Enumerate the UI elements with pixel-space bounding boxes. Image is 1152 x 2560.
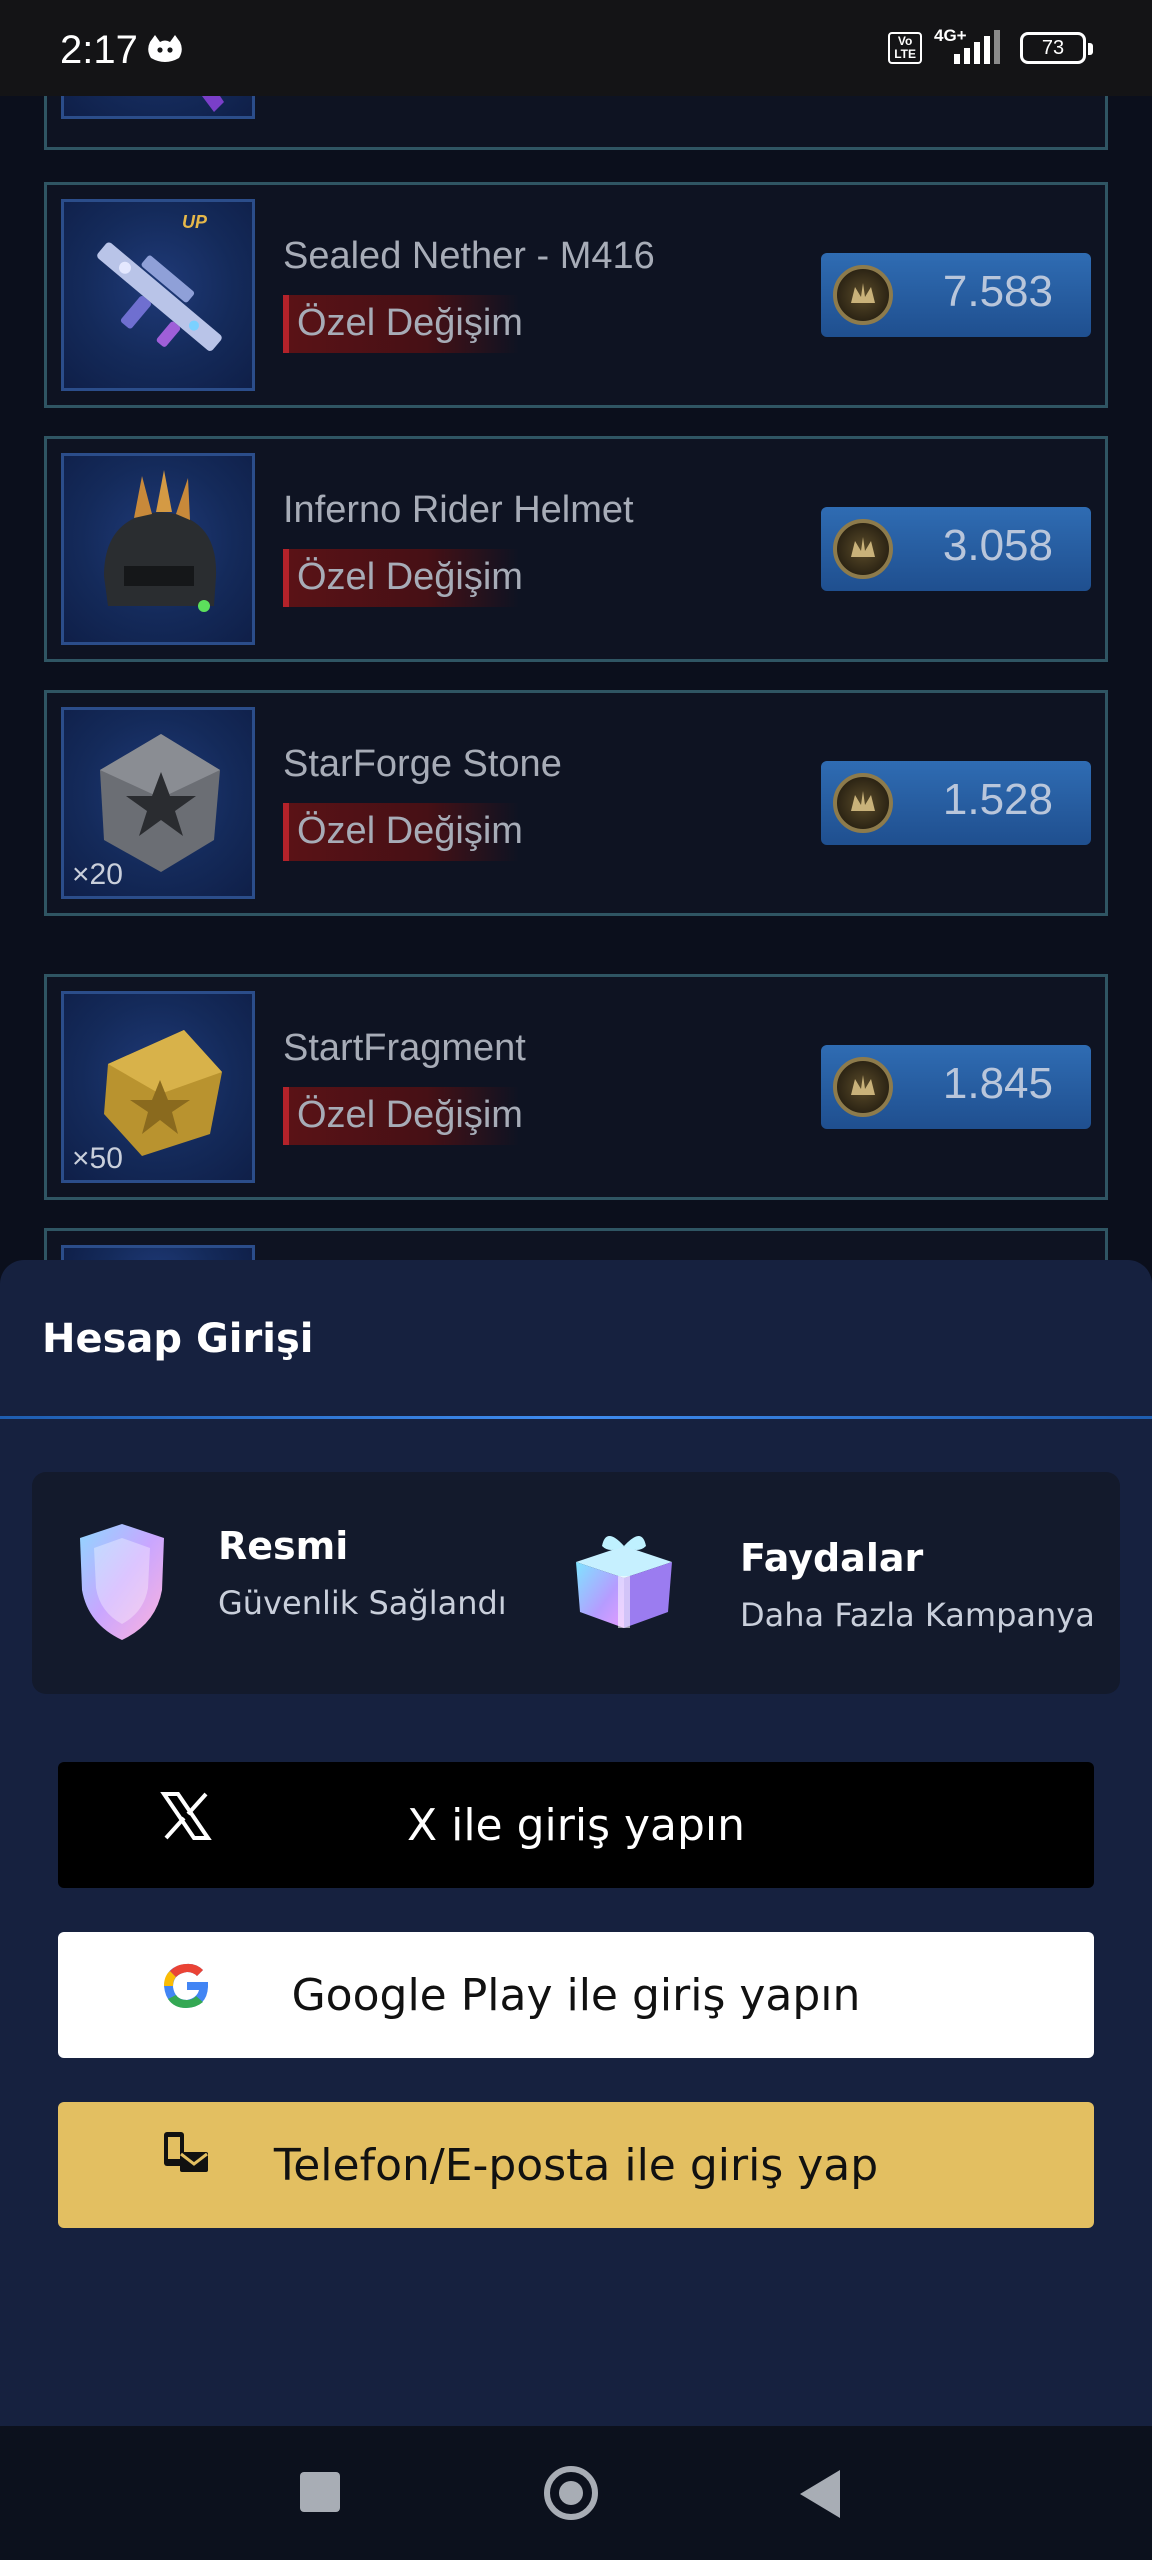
signal-icon: 4G+ <box>934 26 1008 66</box>
item-name: StarForge Stone <box>283 743 562 785</box>
feature-official: Resmi Güvenlik Sağlandı <box>72 1516 552 1656</box>
item-name: Sealed Nether - M416 <box>283 235 655 277</box>
divider <box>0 1416 1152 1419</box>
recents-icon[interactable] <box>300 2472 340 2512</box>
item-tag: Özel Değişim <box>283 803 523 861</box>
price-value: 3.058 <box>942 521 1053 570</box>
svg-text:UP: UP <box>182 212 208 232</box>
price-button[interactable]: 7.583 <box>821 253 1091 337</box>
item-thumbnail: ×20 <box>61 707 255 899</box>
volte-icon: Vo LTE <box>888 32 922 64</box>
item-tag: Özel Değişim <box>283 549 523 607</box>
home-icon[interactable] <box>544 2466 598 2520</box>
login-bottom-sheet: Hesap Girişi Resmi Güvenlik Sağlandı Fay… <box>0 1260 1152 2426</box>
feature-title: Faydalar <box>740 1536 924 1580</box>
item-list[interactable]: UP Sealed Nether - M416 Özel Değişim 7.5… <box>0 96 1152 1260</box>
item-tag: Özel Değişim <box>283 295 523 353</box>
coin-icon <box>833 773 893 833</box>
feature-title: Resmi <box>218 1524 349 1568</box>
price-value: 7.583 <box>942 267 1053 316</box>
login-x-label: X ile giriş yapın <box>406 1800 746 1851</box>
price-value: 1.845 <box>942 1059 1053 1108</box>
list-item[interactable]: Inferno Rider Helmet Özel Değişim 3.058 <box>44 436 1108 662</box>
helmet-icon <box>104 470 217 612</box>
feature-benefits: Faydalar Daha Fazla Kampanya <box>562 1516 1102 1656</box>
rifle-icon: UP <box>97 212 222 351</box>
item-thumbnail: UP <box>61 199 255 391</box>
price-button[interactable]: 3.058 <box>821 507 1091 591</box>
list-item-partial[interactable] <box>44 96 1108 150</box>
back-icon[interactable] <box>800 2470 840 2518</box>
item-name: StartFragment <box>283 1027 526 1069</box>
list-item[interactable]: ×20 StarForge Stone Özel Değişim 1.528 <box>44 690 1108 916</box>
login-phone-email-button[interactable]: Telefon/E-posta ile giriş yap <box>58 2102 1094 2228</box>
system-nav-bar <box>0 2426 1152 2560</box>
login-x-button[interactable]: X ile giriş yapın <box>58 1762 1094 1888</box>
status-time: 2:17 <box>60 28 138 72</box>
sheet-title: Hesap Girişi <box>42 1316 314 1362</box>
item-thumbnail <box>61 96 255 119</box>
price-button[interactable]: 1.528 <box>821 761 1091 845</box>
item-thumbnail: ×50 <box>61 991 255 1183</box>
price-value: 1.528 <box>942 775 1053 824</box>
battery-icon: 73 <box>1020 32 1093 64</box>
item-thumbnail <box>61 453 255 645</box>
coin-icon <box>833 1057 893 1117</box>
feature-subtitle: Güvenlik Sağlandı <box>218 1584 507 1622</box>
item-quantity: ×50 <box>72 1142 123 1175</box>
item-thumbnail <box>61 1245 255 1260</box>
login-phone-email-label: Telefon/E-posta ile giriş yap <box>273 2140 879 2191</box>
feature-panel: Resmi Güvenlik Sağlandı Faydalar Daha Fa… <box>32 1472 1120 1694</box>
status-bar: 2:17 Vo LTE 4G+ 73 <box>0 0 1152 96</box>
coin-icon <box>833 519 893 579</box>
gift-icon <box>562 1516 686 1644</box>
shield-icon <box>72 1520 172 1648</box>
status-indicators: Vo LTE 4G+ 73 <box>888 26 1093 66</box>
login-google-button[interactable]: Google Play ile giriş yapın <box>58 1932 1094 2058</box>
price-button[interactable]: 1.845 <box>821 1045 1091 1129</box>
feature-subtitle: Daha Fazla Kampanya <box>740 1596 1095 1634</box>
item-tag: Özel Değişim <box>283 1087 523 1145</box>
list-item[interactable]: ×50 StartFragment Özel Değişim 1.845 <box>44 974 1108 1200</box>
login-google-label: Google Play ile giriş yapın <box>291 1970 861 2021</box>
coin-icon <box>833 265 893 325</box>
list-item[interactable]: UP Sealed Nether - M416 Özel Değişim 7.5… <box>44 182 1108 408</box>
item-name: Inferno Rider Helmet <box>283 489 634 531</box>
cat-notification-icon <box>146 34 184 68</box>
list-item-partial[interactable] <box>44 1228 1108 1260</box>
item-quantity: ×20 <box>72 858 123 891</box>
